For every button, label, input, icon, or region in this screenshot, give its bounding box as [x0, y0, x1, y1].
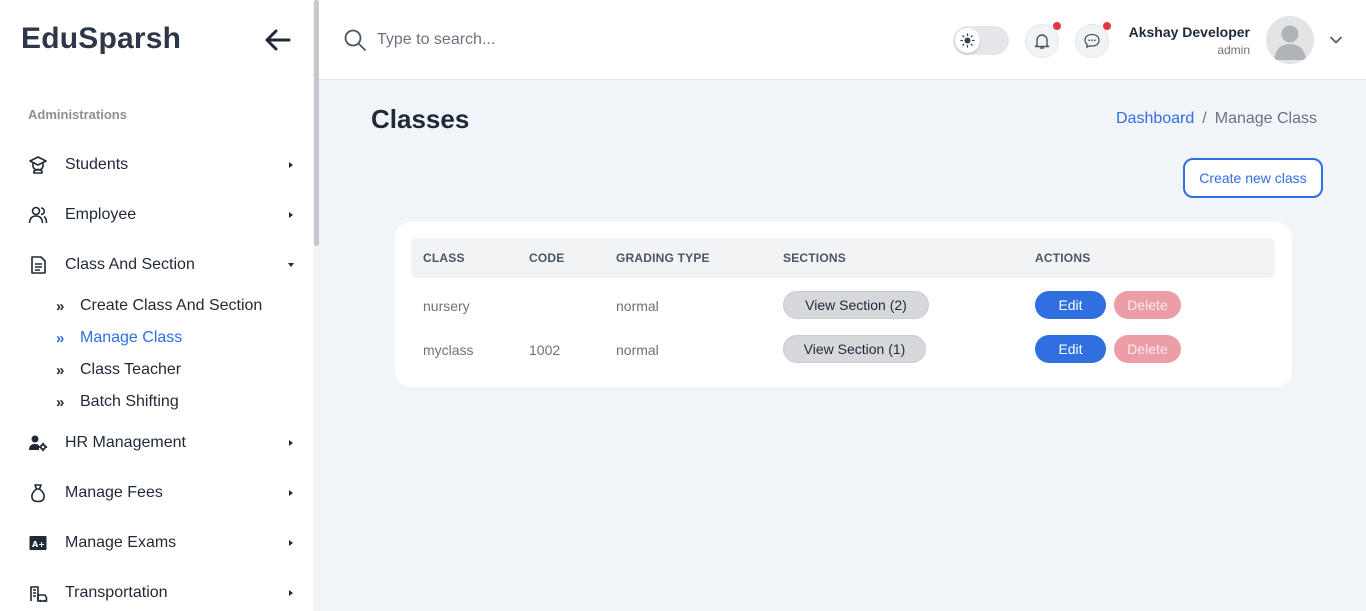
bell-icon: [1034, 34, 1050, 49]
sidebar-item-label: Transportation: [65, 584, 168, 601]
user-role: admin: [1217, 43, 1250, 57]
svg-text:A+: A+: [32, 540, 45, 549]
caret-right-icon: [289, 162, 293, 168]
caret-right-icon: [289, 590, 293, 596]
edit-button[interactable]: Edit: [1035, 335, 1106, 363]
avatar[interactable]: [1266, 16, 1314, 64]
sidebar-item-hr-management[interactable]: HR Management: [0, 423, 313, 463]
breadcrumb-dashboard-link[interactable]: Dashboard: [1116, 110, 1194, 128]
sidebar: EduSparsh Administrations Students Emplo…: [0, 0, 313, 611]
column-header-actions: ACTIONS: [1035, 251, 1091, 265]
caret-right-icon: [289, 540, 293, 546]
sidebar-subitem-label: Manage Class: [80, 329, 183, 346]
arrow-left-icon: [265, 29, 291, 51]
messages-button[interactable]: [1075, 22, 1111, 58]
sidebar-item-label: Manage Fees: [65, 484, 163, 501]
sidebar-item-label: Students: [65, 156, 129, 173]
money-bag-icon: [28, 483, 48, 503]
user-name: Akshay Developer: [1128, 24, 1250, 40]
cell-grading-type: normal: [616, 342, 659, 358]
theme-toggle[interactable]: [953, 26, 1009, 55]
sidebar-item-label: Manage Exams: [65, 534, 177, 551]
sidebar-item-transportation[interactable]: Transportation: [0, 573, 313, 611]
graduate-icon: [28, 155, 48, 175]
sidebar-subitem-label: Batch Shifting: [80, 393, 179, 410]
double-chevron-icon: »: [56, 393, 65, 411]
search-icon: [344, 29, 366, 51]
section-label-administrations: Administrations: [28, 107, 127, 122]
chevron-down-icon[interactable]: [1329, 34, 1343, 46]
cell-grading-type: normal: [616, 298, 659, 314]
view-section-button[interactable]: View Section (1): [783, 335, 926, 363]
users-icon: [28, 205, 48, 225]
double-chevron-icon: »: [56, 361, 65, 379]
column-header-grading-type: GRADING TYPE: [616, 251, 710, 265]
column-header-code: CODE: [529, 251, 565, 265]
view-section-button[interactable]: View Section (2): [783, 291, 929, 319]
brand-logo: EduSparsh: [21, 22, 182, 55]
notification-dot: [1053, 22, 1061, 30]
sidebar-item-label: Employee: [65, 206, 137, 223]
breadcrumb-current: Manage Class: [1214, 110, 1318, 127]
delete-button[interactable]: Delete: [1114, 291, 1181, 319]
sidebar-item-employee[interactable]: Employee: [0, 195, 313, 235]
notifications-button[interactable]: [1025, 22, 1061, 58]
classes-table-card: CLASS CODE GRADING TYPE SECTIONS ACTIONS…: [395, 222, 1292, 387]
caret-right-icon: [289, 490, 293, 496]
message-dot: [1103, 22, 1111, 30]
sidebar-item-class-and-section[interactable]: Class And Section: [0, 245, 313, 285]
sidebar-item-label: HR Management: [65, 434, 186, 451]
sidebar-subitem-label: Create Class And Section: [80, 297, 263, 314]
grade-icon: A+: [28, 533, 48, 553]
user-gear-icon: [28, 433, 48, 453]
create-new-class-button[interactable]: Create new class: [1183, 158, 1323, 198]
sidebar-item-manage-exams[interactable]: A+ Manage Exams: [0, 523, 313, 563]
cell-code: 1002: [529, 342, 561, 358]
page-title: Classes: [371, 104, 470, 134]
sidebar-item-students[interactable]: Students: [0, 145, 313, 185]
sidebar-subitem-label: Class Teacher: [80, 361, 182, 378]
toggle-knob: [955, 28, 980, 53]
double-chevron-icon: »: [56, 297, 65, 315]
transport-icon: [28, 583, 48, 603]
sidebar-item-label: Class And Section: [65, 256, 195, 273]
caret-down-icon: [288, 263, 294, 267]
caret-right-icon: [289, 212, 293, 218]
document-icon: [28, 255, 48, 275]
sun-icon: [960, 33, 975, 48]
double-chevron-icon: »: [56, 329, 65, 347]
collapse-sidebar-button[interactable]: [262, 26, 292, 54]
user-avatar-icon: [1274, 25, 1306, 60]
cell-class: myclass: [423, 342, 474, 358]
search-input[interactable]: [377, 26, 737, 54]
edit-button[interactable]: Edit: [1035, 291, 1106, 319]
table-header: CLASS CODE GRADING TYPE SECTIONS ACTIONS: [411, 238, 1275, 278]
cell-class: nursery: [423, 298, 470, 314]
top-header: Akshay Developer admin: [319, 0, 1366, 80]
column-header-sections: SECTIONS: [783, 251, 846, 265]
chat-icon: [1084, 33, 1100, 48]
sidebar-subitem-batch-shifting[interactable]: » Batch Shifting: [56, 389, 179, 415]
sidebar-item-manage-fees[interactable]: Manage Fees: [0, 473, 313, 513]
breadcrumb-separator: /: [1202, 110, 1207, 127]
column-header-class: CLASS: [423, 251, 465, 265]
breadcrumb: Dashboard / Manage Class: [1116, 110, 1317, 128]
delete-button[interactable]: Delete: [1114, 335, 1181, 363]
sidebar-subitem-class-teacher[interactable]: » Class Teacher: [56, 357, 181, 383]
sidebar-subitem-manage-class[interactable]: » Manage Class: [56, 325, 182, 351]
sidebar-subitem-create-class-and-section[interactable]: » Create Class And Section: [56, 293, 262, 319]
caret-right-icon: [289, 440, 293, 446]
